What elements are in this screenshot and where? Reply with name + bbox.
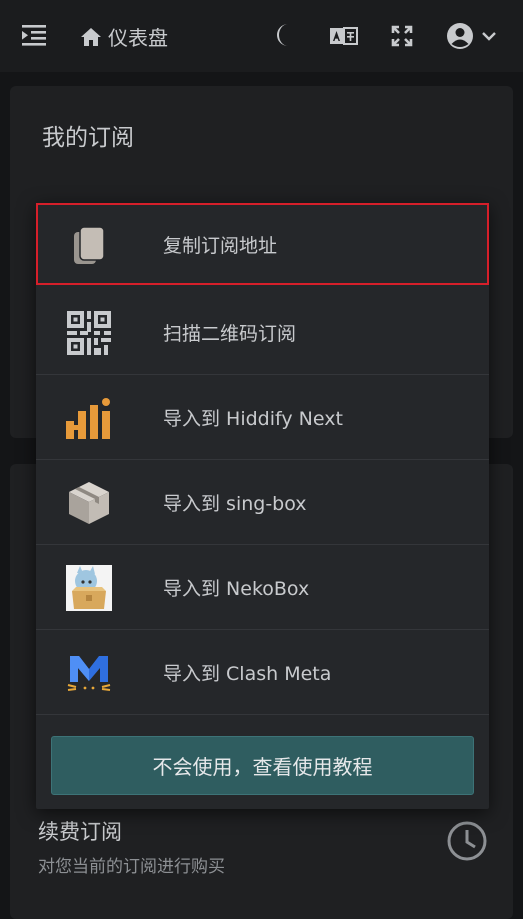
- tutorial-button[interactable]: 不会使用，查看使用教程: [51, 736, 474, 795]
- renew-description: 对您当前的订阅进行购买: [38, 857, 225, 877]
- menu-item-label: 导入到 Hiddify Next: [163, 407, 343, 430]
- menu-item-nekobox[interactable]: 导入到 NekoBox: [36, 545, 489, 630]
- menu-item-clash-meta[interactable]: 导入到 Clash Meta: [36, 630, 489, 715]
- top-bar: 仪表盘: [0, 0, 523, 72]
- qr-code-icon: [66, 310, 112, 356]
- chevron-down-icon: [482, 32, 496, 41]
- menu-item-label: 复制订阅地址: [163, 234, 278, 257]
- menu-item-scan-qr[interactable]: 扫描二维码订阅: [36, 290, 489, 375]
- user-avatar-icon[interactable]: [446, 22, 498, 54]
- fullscreen-icon[interactable]: [391, 25, 413, 51]
- menu-item-label: 导入到 NekoBox: [163, 577, 310, 600]
- sidebar-toggle-icon[interactable]: [22, 24, 48, 48]
- menu-item-hiddify[interactable]: 导入到 Hiddify Next: [36, 375, 489, 460]
- copy-icon: [66, 223, 112, 269]
- dark-mode-icon[interactable]: [272, 22, 294, 52]
- clash-meta-logo-icon: [66, 650, 112, 696]
- subscription-dropdown-menu: 复制订阅地址 扫描二维码订阅 导入到 Hiddify Next 导入到 sing…: [36, 203, 489, 809]
- translate-icon[interactable]: [330, 27, 358, 49]
- menu-item-label: 扫描二维码订阅: [163, 322, 297, 345]
- clock-icon: [446, 820, 488, 866]
- menu-item-copy-subscription[interactable]: 复制订阅地址: [36, 203, 489, 285]
- nekobox-logo-icon: [66, 565, 112, 611]
- breadcrumb-label: 仪表盘: [108, 26, 168, 50]
- hiddify-logo-icon: [66, 395, 112, 441]
- home-icon: [81, 27, 101, 46]
- card-title: 我的订阅: [42, 125, 134, 151]
- renew-title: 续费订阅: [38, 820, 122, 844]
- breadcrumb[interactable]: 仪表盘: [80, 22, 168, 51]
- menu-item-label: 导入到 sing-box: [163, 492, 307, 515]
- sing-box-logo-icon: [66, 480, 112, 526]
- menu-item-sing-box[interactable]: 导入到 sing-box: [36, 460, 489, 545]
- menu-item-label: 导入到 Clash Meta: [163, 662, 332, 685]
